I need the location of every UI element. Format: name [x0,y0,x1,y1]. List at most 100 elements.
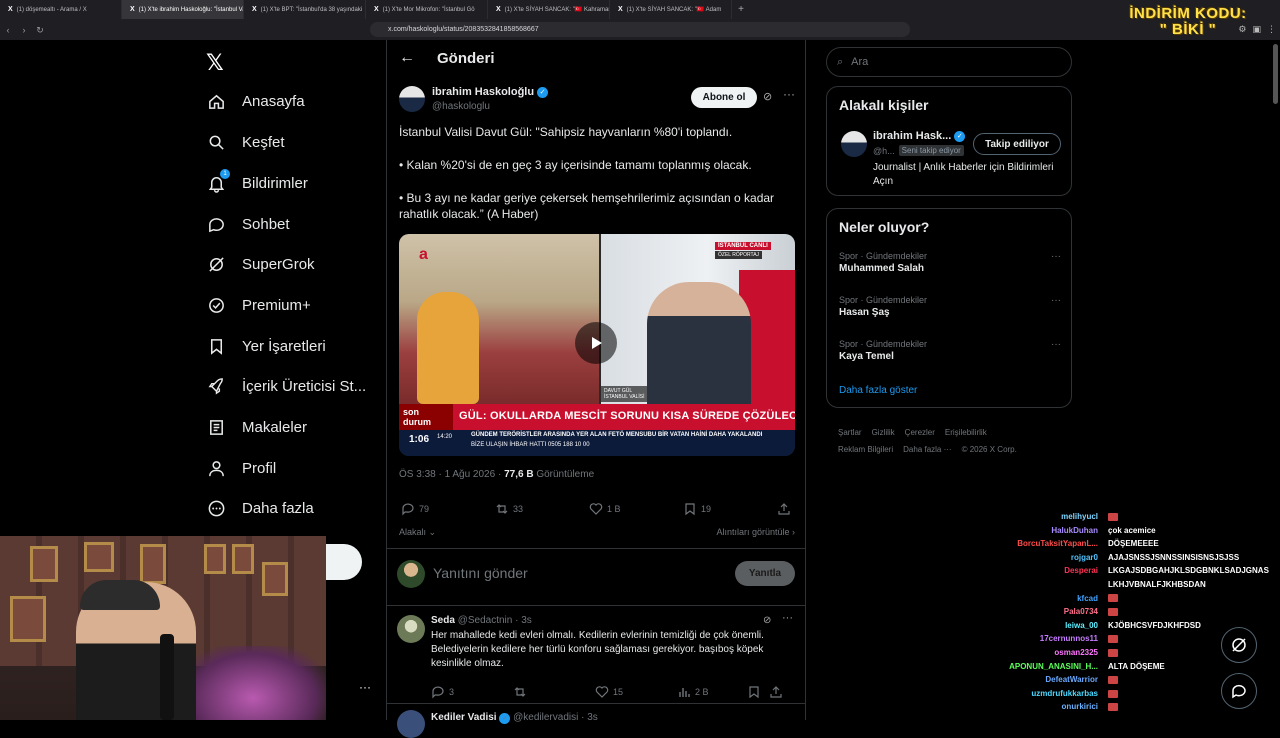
reload-icon[interactable]: ↻ [32,25,48,36]
extensions-icon[interactable]: ⚙ [1238,24,1246,35]
like-action[interactable]: 1 B [589,502,621,516]
x-logo-icon[interactable]: 𝕏 [206,50,224,76]
trend-item[interactable]: Spor · Gündemdekiler Hasan Şaş ··· [839,295,1061,318]
sidebar-item-bookmark[interactable]: Yer İşaretleri [206,331,326,361]
view-quotes-link[interactable]: Alıntıları görüntüle › [716,527,795,537]
sidebar-item-chat[interactable]: Sohbet [206,209,290,239]
emote-icon [1108,648,1118,657]
reply-icon [432,686,444,699]
scrollbar[interactable] [1273,44,1278,104]
author-name[interactable]: ibrahim Haskoloğlu ✓ [432,86,549,98]
back-arrow-icon[interactable]: ← [399,49,415,67]
post-time[interactable]: ÖS 3:38 · 1 Ağu 2026 · [399,469,504,480]
messages-fab[interactable] [1221,673,1257,709]
play-icon[interactable] [575,322,617,364]
more-options-icon[interactable]: ··· [1051,295,1061,306]
footer-link[interactable]: Çerezler [905,428,935,437]
composer-avatar[interactable] [397,560,425,588]
related-handle[interactable]: @h... [873,146,895,156]
related-avatar[interactable] [841,131,867,157]
reply-button[interactable]: Yanıtla [735,561,795,586]
show-more-link[interactable]: Daha fazla göster [839,385,917,396]
chat-username: DefeatWarrior [1045,675,1098,685]
tab-label: (1) döşemealtı - Arama / X [16,6,87,13]
more-options-icon[interactable]: ··· [782,612,793,624]
subscribe-button[interactable]: Abone ol [691,87,757,108]
chat-text: çok acemice [1108,526,1156,535]
reply-post[interactable]: Seda @Sedactnin · 3s ⊘ ··· Her mahallede… [387,606,806,704]
more-options-icon[interactable]: ··· [1051,339,1061,350]
trend-item[interactable]: Spor · Gündemdekiler Kaya Temel ··· [839,339,1061,362]
chat-username: osman2325 [1054,648,1098,657]
reply-time[interactable]: 3s [521,615,532,626]
footer-link[interactable]: Daha fazla ··· [903,445,951,454]
next-reply-avatar[interactable] [397,710,425,738]
browser-tab[interactable]: X (1) X'te SİYAH SANCAK: "🇹🇷 Kahraman [488,0,610,19]
menu-icon[interactable]: ⋮ [1267,24,1276,35]
next-reply-header[interactable]: Kediler Vadisi ✓ @kedilervadisi · 3s [431,712,598,724]
grok-fab[interactable] [1221,627,1257,663]
reply-action[interactable]: 3 [431,685,454,699]
grok-icon[interactable]: ⊘ [763,90,772,103]
related-name-text: ibrahim Hask... [873,130,952,142]
video-player[interactable]: a İSTANBUL CANLI ÖZEL RÖPORTAJ DAVUT GÜL… [399,234,795,456]
browser-tab[interactable]: X (1) X'te SİYAH SANCAK: "🇹🇷 Adam [610,0,732,19]
share-action[interactable] [769,685,783,699]
browser-tab[interactable]: X (1) X'te ibrahim Haskoloğlu: "İstanbul … [122,0,244,19]
forward-icon[interactable]: › [16,25,32,35]
author-handle[interactable]: @haskologlu [432,101,490,112]
repost-action[interactable] [513,685,527,699]
next-reply-author: Kediler Vadisi [431,712,497,723]
reply-avatar[interactable] [397,615,425,643]
trend-item[interactable]: Spor · Gündemdekiler Muhammed Salah ··· [839,251,1061,274]
url-bar[interactable]: x.com/haskologlu/status/2083532841858568… [370,22,910,37]
related-dropdown[interactable]: Alakalı ⌄ [399,527,436,537]
son-durum-tag: son durum [399,404,453,430]
footer-link[interactable]: Şartlar [838,428,862,437]
bookmark-action[interactable]: 19 [683,502,711,516]
sidebar-item-search[interactable]: Keşfet [206,127,285,157]
author-avatar[interactable] [399,86,425,112]
sidebar-icon[interactable]: ▣ [1252,24,1261,35]
trend-category: Spor · Gündemdekiler [839,339,928,349]
new-tab-icon[interactable]: + [732,0,750,19]
footer-link[interactable]: Erişilebilirlik [945,428,987,437]
microphone [160,634,174,720]
browser-tab[interactable]: X (1) döşemealtı - Arama / X [0,0,122,19]
sidebar-item-more-circle[interactable]: Daha fazla [206,493,314,523]
reply-handle[interactable]: @Sedactnin [458,615,513,626]
more-options-icon[interactable]: ··· [359,680,371,694]
reply-author[interactable]: Seda [431,615,455,626]
sidebar-item-article[interactable]: Makaleler [206,412,307,442]
sidebar-item-grok[interactable]: SuperGrok [206,249,315,279]
footer-link[interactable]: Reklam Bilgileri [838,445,893,454]
more-options-icon[interactable]: ··· [1051,251,1061,262]
sidebar-item-home[interactable]: Anasayfa [206,86,305,116]
like-action[interactable]: 15 [595,685,623,699]
more-options-icon[interactable]: ··· [783,87,795,101]
bookmark-action[interactable] [747,685,761,699]
sidebar-item-bell[interactable]: 1 Bildirimler [206,168,308,198]
following-button[interactable]: Takip ediliyor [973,133,1061,155]
footer-link[interactable]: Gizlilik [872,428,895,437]
back-icon[interactable]: ‹ [0,25,16,35]
footer-link[interactable]: © 2026 X Corp. [962,445,1017,454]
reply-action[interactable]: 79 [401,502,429,516]
views-action[interactable]: 2 B [677,685,709,699]
sidebar-item-profile[interactable]: Profil [206,453,276,483]
browser-tab[interactable]: X (1) X'te Mor Mikrofon: "İstanbul Gö [366,0,488,19]
post-text-line: • Bu 3 ayı ne kadar geriye çekersek hemş… [399,191,775,221]
sidebar-item-rocket[interactable]: İçerik Üreticisi St... [206,371,366,401]
grok-icon[interactable]: ⊘ [763,615,771,626]
chat-username: kfcad [1077,593,1098,603]
share-action[interactable] [777,502,791,516]
repost-action[interactable]: 33 [495,502,523,516]
tab-label: (1) X'te Mor Mikrofon: "İstanbul Gö [382,6,475,13]
sidebar-item-premium[interactable]: Premium+ [206,290,311,320]
video-speaker [647,282,751,404]
browser-tab[interactable]: X (1) X'te BPT: "İstanbul'da 38 yaşındaki [244,0,366,19]
reply-input[interactable]: Yanıtını gönder [433,565,528,581]
premium-icon [206,295,226,315]
related-name[interactable]: ibrahim Hask... ✓ [873,130,966,142]
search-input[interactable]: ⌕ Ara [826,47,1072,77]
